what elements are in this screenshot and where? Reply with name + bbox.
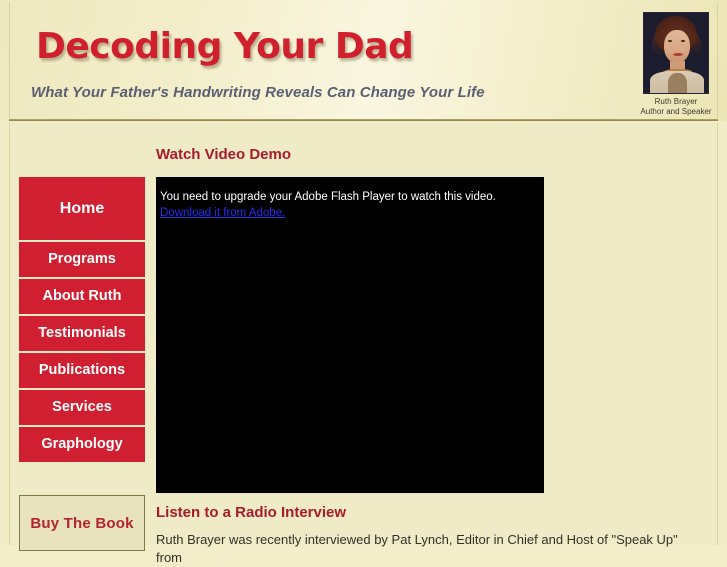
sidebar-item-label: Home: [59, 200, 105, 217]
sidebar-item-label: Programs: [48, 251, 116, 267]
site-header: Decoding Your Dad What Your Father's Han…: [0, 0, 727, 121]
portrait-mouth: [673, 53, 683, 56]
sidebar-item-publications[interactable]: Publications: [19, 353, 145, 388]
sidebar-item-graphology[interactable]: Graphology: [19, 427, 145, 462]
sidebar-item-testimonials[interactable]: Testimonials: [19, 316, 145, 351]
portrait-face: [664, 30, 690, 63]
site-title: Decoding Your Dad: [36, 26, 414, 67]
radio-interview-paragraph: Ruth Brayer was recently interviewed by …: [156, 532, 678, 565]
page-root: Decoding Your Dad What Your Father's Han…: [0, 0, 727, 565]
sidebar-item-programs[interactable]: Programs: [19, 242, 145, 277]
video-player[interactable]: You need to upgrade your Adobe Flash Pla…: [156, 177, 544, 493]
sidebar-item-about-ruth[interactable]: About Ruth: [19, 279, 145, 314]
sidebar-nav: Home Programs About Ruth Testimonials Pu…: [19, 177, 145, 464]
header-inner: Decoding Your Dad What Your Father's Han…: [9, 2, 718, 118]
author-role: Author and Speaker: [640, 106, 712, 116]
header-divider: [9, 119, 718, 121]
flash-upgrade-message: You need to upgrade your Adobe Flash Pla…: [160, 190, 530, 221]
portrait-torso-inner: [668, 73, 687, 93]
buy-the-book-button[interactable]: Buy The Book: [19, 495, 145, 551]
sidebar-item-services[interactable]: Services: [19, 390, 145, 425]
radio-section-heading: Listen to a Radio Interview: [156, 504, 347, 521]
sidebar-item-label: About Ruth: [42, 288, 122, 304]
portrait-eye-left: [668, 40, 672, 42]
buy-the-book-label: Buy The Book: [30, 514, 134, 532]
sidebar-item-home[interactable]: Home: [19, 177, 145, 240]
sidebar-item-label: Services: [52, 399, 112, 415]
portrait-eye-right: [681, 40, 685, 42]
author-name: Ruth Brayer: [654, 97, 698, 106]
author-photo: [643, 12, 709, 94]
site-tagline: What Your Father's Handwriting Reveals C…: [31, 84, 485, 101]
sidebar-item-label: Testimonials: [38, 325, 126, 341]
video-section-heading: Watch Video Demo: [156, 146, 292, 163]
flash-message-text: You need to upgrade your Adobe Flash Pla…: [160, 191, 496, 203]
author-caption: Ruth Brayer Author and Speaker: [640, 97, 712, 116]
download-flash-link[interactable]: Download it from Adobe.: [160, 206, 285, 221]
sidebar-item-label: Publications: [38, 362, 126, 378]
author-block: Ruth Brayer Author and Speaker: [640, 12, 712, 116]
sidebar-item-label: Graphology: [41, 436, 123, 452]
content-area: Home Programs About Ruth Testimonials Pu…: [9, 123, 718, 565]
